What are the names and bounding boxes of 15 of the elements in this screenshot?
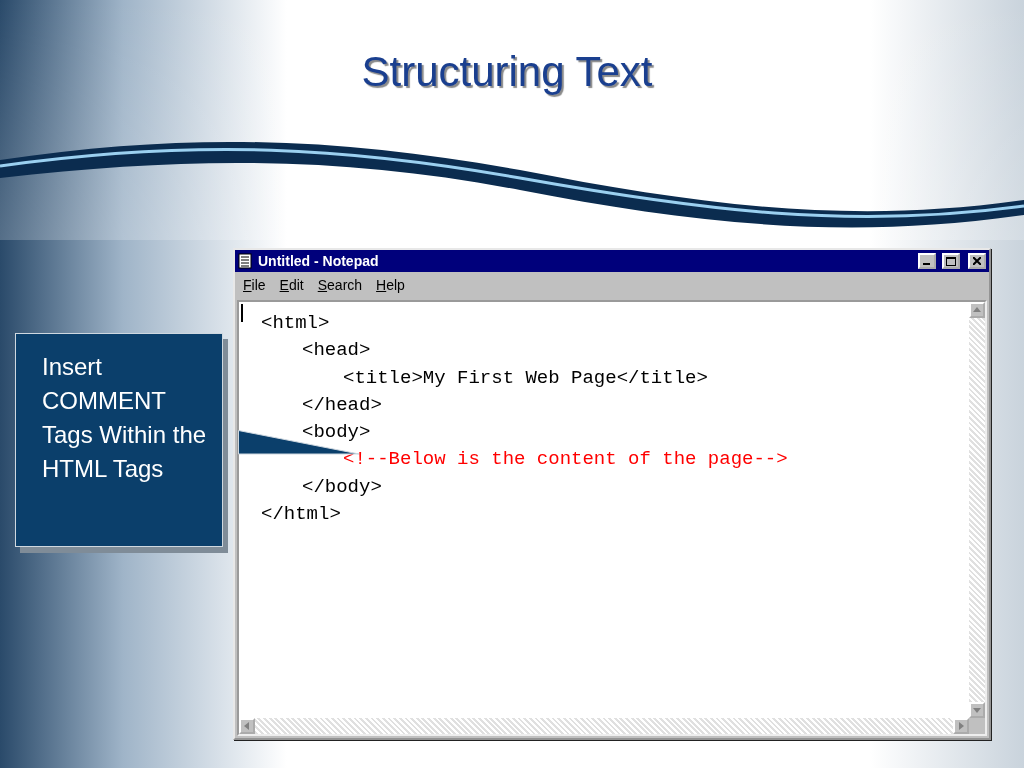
menu-item[interactable]: Search <box>317 277 363 293</box>
code-line: <html> <box>261 311 331 336</box>
menu-item[interactable]: Help <box>376 277 405 293</box>
code-comment: <!--Below is the content of the page--> <box>343 447 789 473</box>
menu-item[interactable]: File <box>243 277 266 293</box>
code-line: </html> <box>261 502 342 528</box>
code-line: <head> <box>302 338 372 364</box>
code-line: </head> <box>302 392 383 418</box>
text-area[interactable]: <html> <head> <title>My First Web Page</title> </head> <body> <!--Below is the content of the page--> </body> </html> <box>237 300 987 736</box>
window-title: Untitled - Notepad <box>258 253 380 269</box>
code-line: </body> <box>302 474 383 500</box>
slide-title: Structuring Text <box>361 48 653 97</box>
code-line: <body> <box>302 420 372 446</box>
menu-item[interactable]: Edit <box>279 277 304 293</box>
code-line: <title>My First Web Page</title> <box>343 365 709 391</box>
